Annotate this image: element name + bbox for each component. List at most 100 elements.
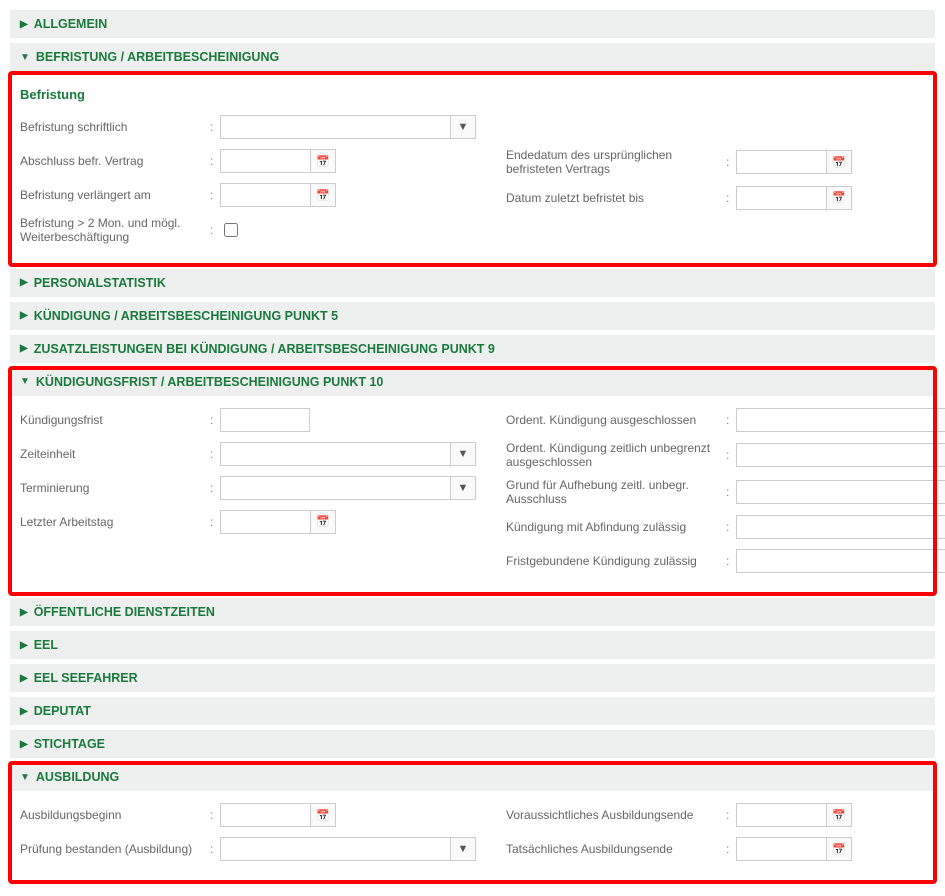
label-letzter-arbeitstag: Letzter Arbeitstag	[20, 515, 210, 529]
panel-ausbildung: ▼ AUSBILDUNG Ausbildungsbeginn : 📅 Prüfu…	[10, 763, 935, 882]
dropdown-icon[interactable]: ▼	[936, 515, 945, 539]
panel-kuendigungsfrist-10: ▼ KÜNDIGUNGSFRIST / ARBEITBESCHEINIGUNG …	[10, 368, 935, 595]
label-fristgebunden: Fristgebundene Kündigung zulässig	[506, 554, 726, 568]
chevron-right-icon: ▶	[20, 343, 28, 354]
select-befristung-schriftlich[interactable]	[220, 115, 450, 139]
panel-title: STICHTAGE	[34, 737, 105, 751]
calendar-icon[interactable]: 📅	[826, 803, 852, 827]
panel-header-oeffentliche[interactable]: ▶ ÖFFENTLICHE DIENSTZEITEN	[10, 598, 935, 627]
label-endedatum-urspr: Endedatum des ursprünglichen befristeten…	[506, 148, 726, 177]
dropdown-icon[interactable]: ▼	[450, 837, 476, 861]
calendar-icon[interactable]: 📅	[310, 149, 336, 173]
calendar-icon[interactable]: 📅	[826, 837, 852, 861]
chevron-right-icon: ▶	[20, 739, 28, 750]
dropdown-icon[interactable]: ▼	[936, 549, 945, 573]
label-pruefung-bestanden: Prüfung bestanden (Ausbildung)	[20, 842, 210, 856]
chevron-right-icon: ▶	[20, 277, 28, 288]
calendar-icon[interactable]: 📅	[310, 803, 336, 827]
dropdown-icon[interactable]: ▼	[936, 443, 945, 467]
subsection-title-befristung: Befristung	[20, 87, 925, 102]
calendar-icon[interactable]: 📅	[310, 510, 336, 534]
panel-kuendigung-5: ▶ KÜNDIGUNG / ARBEITSBESCHEINIGUNG PUNKT…	[10, 302, 935, 331]
panel-personalstatistik: ▶ PERSONALSTATISTIK	[10, 269, 935, 298]
date-endedatum-urspr[interactable]	[736, 150, 826, 174]
panel-title: KÜNDIGUNGSFRIST / ARBEITBESCHEINIGUNG PU…	[36, 375, 383, 389]
select-pruefung-bestanden[interactable]	[220, 837, 450, 861]
date-letzter-arbeitstag[interactable]	[220, 510, 310, 534]
dropdown-icon[interactable]: ▼	[936, 408, 945, 432]
panel-deputat: ▶ DEPUTAT	[10, 697, 935, 726]
panel-title: EEL	[34, 638, 58, 652]
panel-oeffentliche-dienstzeiten: ▶ ÖFFENTLICHE DIENSTZEITEN	[10, 598, 935, 627]
chevron-down-icon: ▼	[20, 52, 30, 63]
input-kuendigungsfrist[interactable]	[220, 408, 310, 432]
panel-body-kuendigungsfrist-10: Kündigungsfrist : Zeiteinheit : ▼ Termin…	[10, 397, 935, 595]
date-abschluss-vertrag[interactable]	[220, 149, 310, 173]
select-terminierung[interactable]	[220, 476, 450, 500]
label-tatsaechliches-ende: Tatsächliches Ausbildungsende	[506, 842, 726, 856]
panel-eel-seefahrer: ▶ EEL SEEFAHRER	[10, 664, 935, 693]
date-befristung-verlaengert[interactable]	[220, 183, 310, 207]
panel-befristung: ▼ BEFRISTUNG / ARBEITBESCHEINIGUNG Befri…	[10, 43, 935, 265]
select-fristgebunden[interactable]	[736, 549, 936, 573]
panel-header-eel-seefahrer[interactable]: ▶ EEL SEEFAHRER	[10, 664, 935, 693]
panel-header-kuendigungsfrist-10[interactable]: ▼ KÜNDIGUNGSFRIST / ARBEITBESCHEINIGUNG …	[10, 368, 935, 397]
panel-header-allgemein[interactable]: ▶ ALLGEMEIN	[10, 10, 935, 39]
panel-title: KÜNDIGUNG / ARBEITSBESCHEINIGUNG PUNKT 5	[34, 309, 338, 323]
select-ordent-zeitlich[interactable]	[736, 443, 936, 467]
panel-allgemein: ▶ ALLGEMEIN	[10, 10, 935, 39]
panel-zusatzleistungen-9: ▶ ZUSATZLEISTUNGEN BEI KÜNDIGUNG / ARBEI…	[10, 335, 935, 364]
select-abfindung[interactable]	[736, 515, 936, 539]
panel-title: AUSBILDUNG	[36, 770, 119, 784]
panel-header-befristung[interactable]: ▼ BEFRISTUNG / ARBEITBESCHEINIGUNG	[10, 43, 935, 72]
chevron-right-icon: ▶	[20, 706, 28, 717]
panel-body-ausbildung: Ausbildungsbeginn : 📅 Prüfung bestanden …	[10, 792, 935, 882]
label-voraussichtliches-ende: Voraussichtliches Ausbildungsende	[506, 808, 726, 822]
label-ordent-ausgeschlossen: Ordent. Kündigung ausgeschlossen	[506, 413, 726, 427]
dropdown-icon[interactable]: ▼	[450, 115, 476, 139]
chevron-right-icon: ▶	[20, 19, 28, 30]
date-tatsaechliches-ende[interactable]	[736, 837, 826, 861]
panel-stichtage: ▶ STICHTAGE	[10, 730, 935, 759]
panel-header-personalstatistik[interactable]: ▶ PERSONALSTATISTIK	[10, 269, 935, 298]
panel-title: ALLGEMEIN	[34, 17, 108, 31]
panel-header-eel[interactable]: ▶ EEL	[10, 631, 935, 660]
panel-title: DEPUTAT	[34, 704, 91, 718]
select-zeiteinheit[interactable]	[220, 442, 450, 466]
label-abschluss-vertrag: Abschluss befr. Vertrag	[20, 154, 210, 168]
calendar-icon[interactable]: 📅	[310, 183, 336, 207]
panel-title: PERSONALSTATISTIK	[34, 276, 166, 290]
panel-eel: ▶ EEL	[10, 631, 935, 660]
chevron-down-icon: ▼	[20, 772, 30, 783]
panel-header-deputat[interactable]: ▶ DEPUTAT	[10, 697, 935, 726]
label-terminierung: Terminierung	[20, 481, 210, 495]
label-ordent-zeitlich: Ordent. Kündigung zeitlich unbegrenzt au…	[506, 441, 726, 470]
dropdown-icon[interactable]: ▼	[936, 480, 945, 504]
panel-header-zusatzleistungen-9[interactable]: ▶ ZUSATZLEISTUNGEN BEI KÜNDIGUNG / ARBEI…	[10, 335, 935, 364]
date-ausbildungsbeginn[interactable]	[220, 803, 310, 827]
panel-header-kuendigung-5[interactable]: ▶ KÜNDIGUNG / ARBEITSBESCHEINIGUNG PUNKT…	[10, 302, 935, 331]
panel-body-befristung: Befristung Befristung schriftlich : ▼ Ab…	[10, 73, 935, 265]
chevron-right-icon: ▶	[20, 673, 28, 684]
label-befristung-2mon: Befristung > 2 Mon. und mögl. Weiterbesc…	[20, 216, 210, 245]
label-grund-aufhebung: Grund für Aufhebung zeitl. unbegr. Aussc…	[506, 478, 726, 507]
dropdown-icon[interactable]: ▼	[450, 442, 476, 466]
chevron-right-icon: ▶	[20, 607, 28, 618]
select-ordent-ausgeschlossen[interactable]	[736, 408, 936, 432]
date-voraussichtliches-ende[interactable]	[736, 803, 826, 827]
date-zuletzt-befristet[interactable]	[736, 186, 826, 210]
panel-header-ausbildung[interactable]: ▼ AUSBILDUNG	[10, 763, 935, 792]
chevron-right-icon: ▶	[20, 640, 28, 651]
calendar-icon[interactable]: 📅	[826, 186, 852, 210]
calendar-icon[interactable]: 📅	[826, 150, 852, 174]
panel-title: BEFRISTUNG / ARBEITBESCHEINIGUNG	[36, 50, 279, 64]
label-befristung-verlaengert: Befristung verlängert am	[20, 188, 210, 202]
panel-title: ZUSATZLEISTUNGEN BEI KÜNDIGUNG / ARBEITS…	[34, 342, 495, 356]
chevron-right-icon: ▶	[20, 310, 28, 321]
select-grund-aufhebung[interactable]	[736, 480, 936, 504]
panel-header-stichtage[interactable]: ▶ STICHTAGE	[10, 730, 935, 759]
label-ausbildungsbeginn: Ausbildungsbeginn	[20, 808, 210, 822]
checkbox-befristung-2mon[interactable]	[224, 223, 238, 237]
label-zeiteinheit: Zeiteinheit	[20, 447, 210, 461]
dropdown-icon[interactable]: ▼	[450, 476, 476, 500]
